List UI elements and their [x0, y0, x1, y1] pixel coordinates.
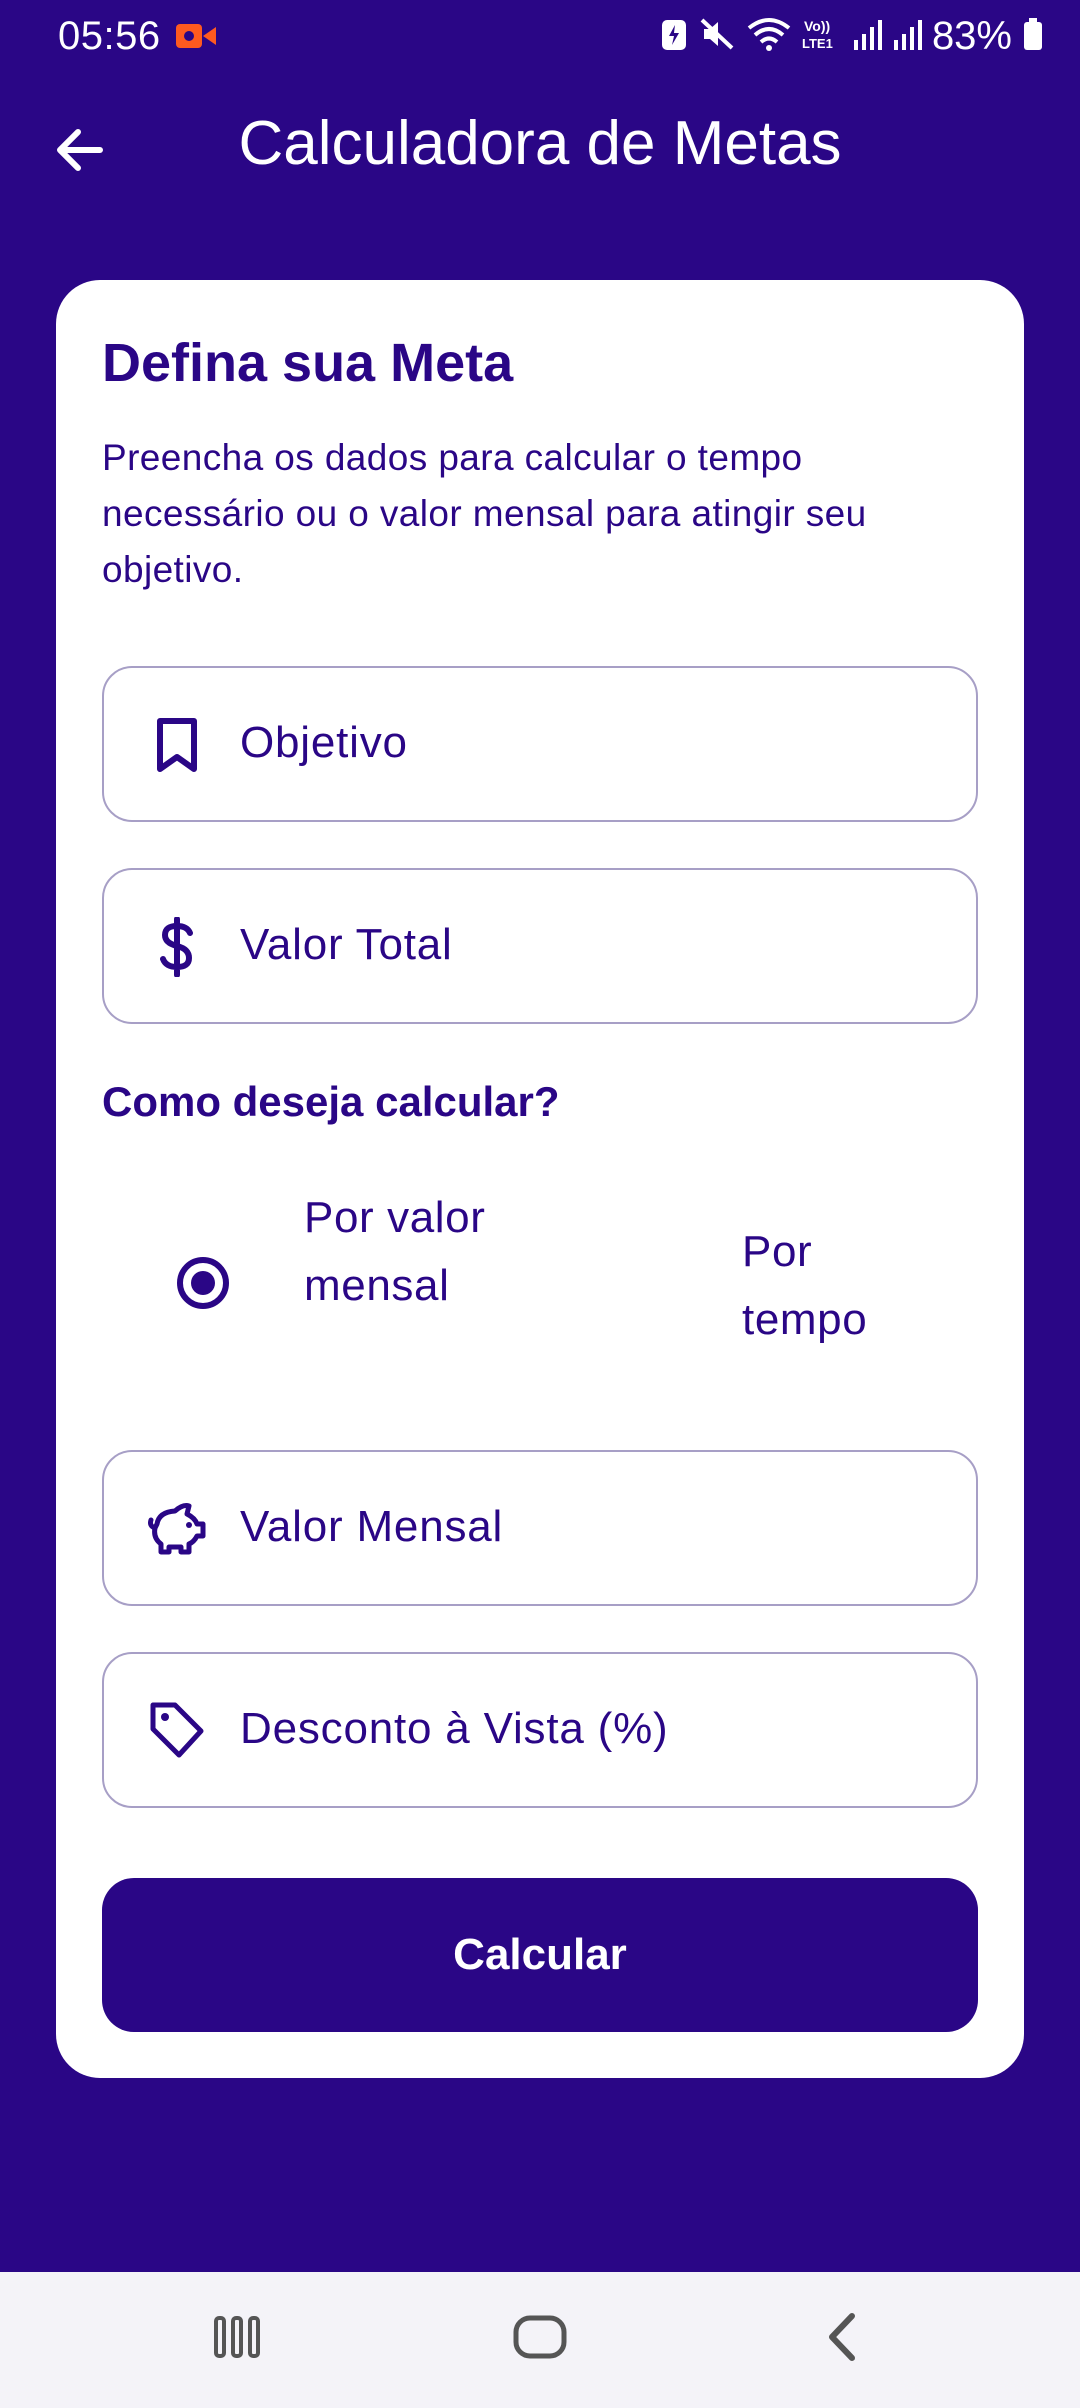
recent-apps-icon[interactable] [212, 2312, 262, 2367]
objective-field[interactable]: Objetivo [102, 666, 978, 822]
dollar-icon [142, 912, 212, 982]
monthly-value-field[interactable]: Valor Mensal [102, 1450, 978, 1606]
card-description: Preencha os dados para calcular o tempo … [102, 437, 867, 590]
radio-label-monthly: Por valor mensal [304, 1193, 486, 1310]
app-bar: Calculadora de Metas [0, 90, 1080, 200]
status-time: 05:56 [58, 14, 161, 58]
svg-text:LTE1: LTE1 [802, 36, 833, 51]
signal-icon [892, 16, 922, 57]
page-title: Calculadora de Metas [238, 109, 842, 178]
radio-selected-icon [176, 1256, 230, 1315]
volte-icon: Vo)) LTE1 [802, 16, 842, 57]
piggy-bank-icon [142, 1494, 212, 1564]
status-bar: 05:56 Vo)) LTE1 83% [0, 0, 1080, 72]
total-value-field[interactable]: Valor Total [102, 868, 978, 1024]
discount-label: Desconto à Vista (%) [240, 1704, 669, 1753]
bookmark-icon [142, 710, 212, 780]
card-title: Defina sua Meta [102, 333, 514, 393]
radio-label-time: Por tempo [742, 1227, 868, 1344]
back-icon[interactable] [822, 2312, 862, 2367]
svg-text:Vo)): Vo)) [804, 18, 830, 34]
tag-icon [142, 1696, 212, 1766]
home-icon[interactable] [512, 2312, 568, 2367]
video-record-icon [176, 22, 216, 55]
status-icons: Vo)) LTE1 83% [660, 14, 1044, 59]
battery-saver-icon [660, 16, 688, 57]
goal-card: Defina sua Meta Preencha os dados para c… [56, 280, 1024, 2078]
battery-icon [1022, 16, 1044, 57]
calculate-button[interactable]: Calcular [102, 1878, 978, 2032]
calc-mode-question: Como deseja calcular? [102, 1078, 560, 1125]
objective-label: Objetivo [240, 718, 408, 767]
discount-field[interactable]: Desconto à Vista (%) [102, 1652, 978, 1808]
signal-icon [852, 16, 882, 57]
battery-percent: 83% [931, 14, 1012, 58]
mute-icon [698, 16, 736, 57]
total-value-label: Valor Total [240, 920, 453, 969]
monthly-value-label: Valor Mensal [240, 1502, 504, 1551]
wifi-icon [746, 16, 792, 57]
system-nav-bar [0, 2272, 1080, 2408]
